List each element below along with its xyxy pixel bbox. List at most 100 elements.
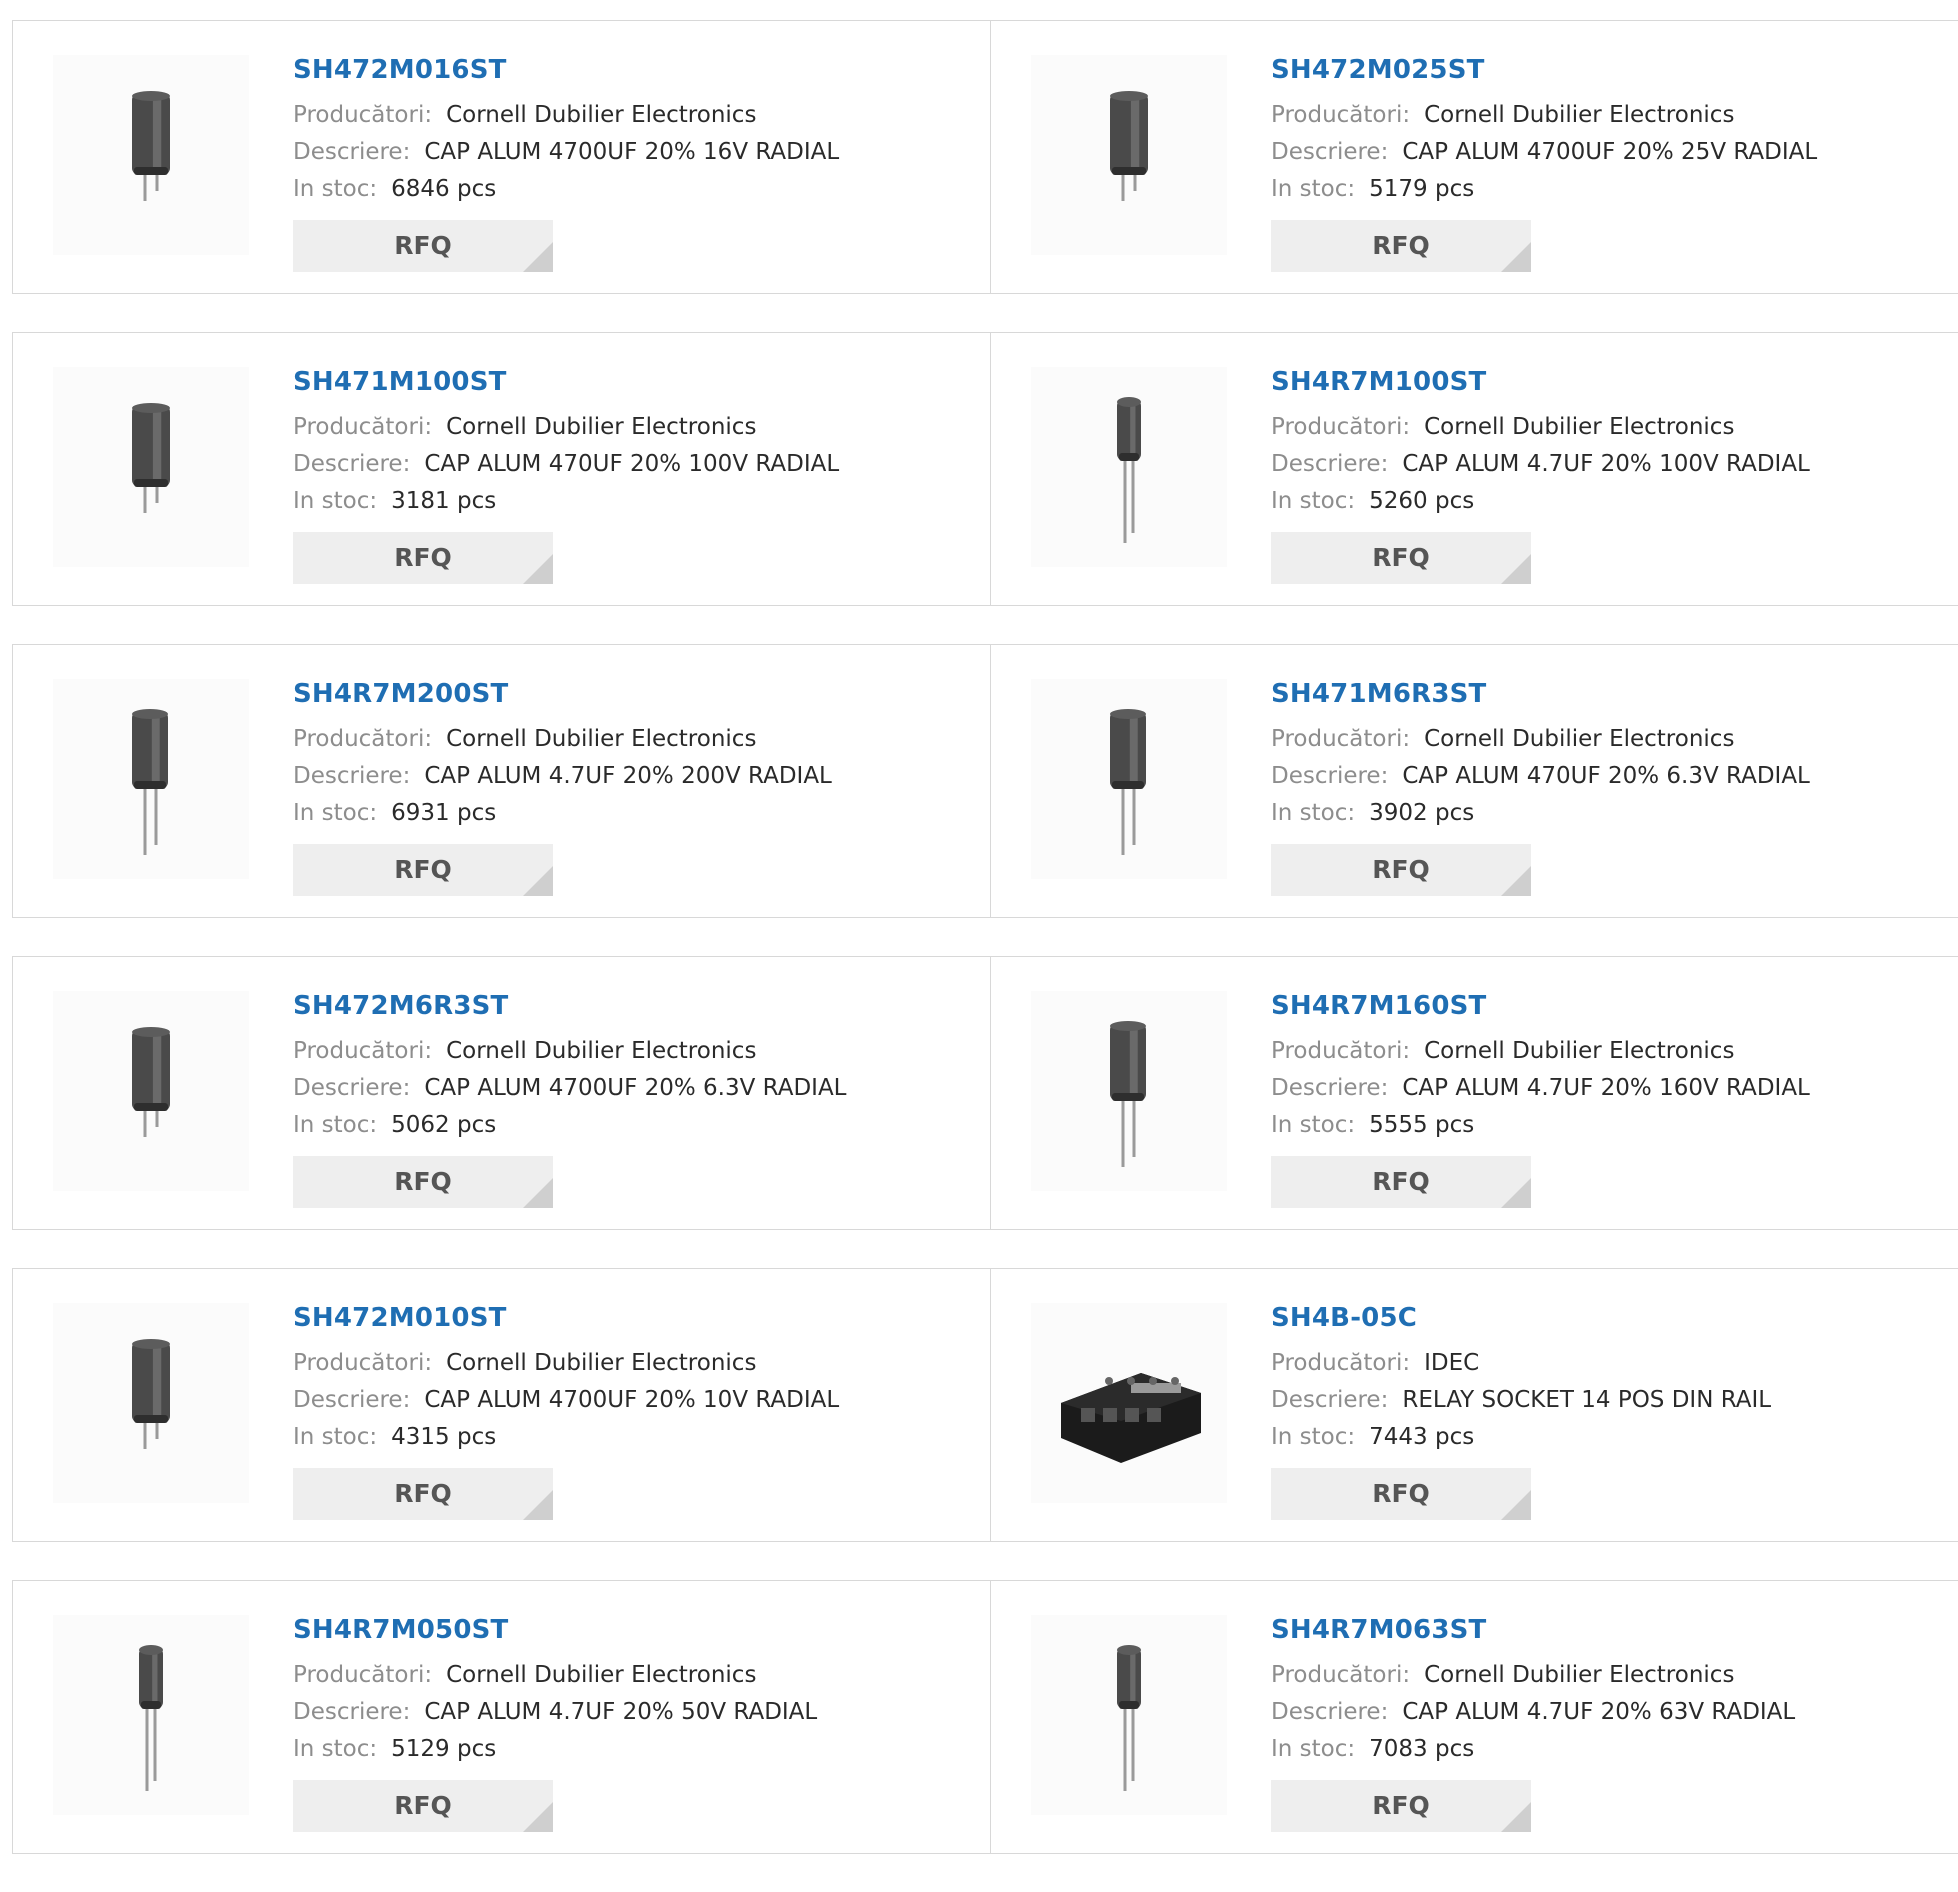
part-number-link[interactable]: SH4R7M160ST [1271, 989, 1911, 1023]
description-value: CAP ALUM 4700UF 20% 16V RADIAL [424, 139, 840, 165]
corner-triangle-icon [523, 1490, 553, 1520]
product-image[interactable] [1031, 55, 1227, 255]
product-row: SH472M010ST Producători: Cornell Dubilier… [12, 1268, 1958, 1542]
stock-value: 3902 pcs [1369, 800, 1475, 826]
description-line: Descriere: CAP ALUM 4.7UF 20% 200V RADIAL [293, 758, 933, 795]
rfq-button[interactable]: RFQ [293, 1468, 553, 1520]
product-image[interactable] [1031, 367, 1227, 567]
manufacturer-label: Producători: [1271, 1662, 1411, 1688]
rfq-button[interactable]: RFQ [1271, 1780, 1531, 1832]
corner-triangle-icon [1501, 242, 1531, 272]
stock-label: In stoc: [293, 800, 378, 826]
rfq-label: RFQ [1372, 1791, 1430, 1820]
part-number-link[interactable]: SH4R7M050ST [293, 1613, 933, 1647]
manufacturer-label: Producători: [1271, 102, 1411, 128]
manufacturer-label: Producători: [293, 726, 433, 752]
part-number-link[interactable]: SH472M010ST [293, 1301, 933, 1335]
product-image[interactable] [53, 679, 249, 879]
description-label: Descriere: [293, 763, 411, 789]
rfq-button[interactable]: RFQ [1271, 844, 1531, 896]
capacitor-icon [1117, 1645, 1141, 1791]
description-value: CAP ALUM 470UF 20% 6.3V RADIAL [1402, 763, 1810, 789]
product-image[interactable] [53, 55, 249, 255]
part-number-link[interactable]: SH472M016ST [293, 53, 933, 87]
description-value: CAP ALUM 4.7UF 20% 50V RADIAL [424, 1699, 818, 1725]
part-number-link[interactable]: SH4R7M200ST [293, 677, 933, 711]
part-number-link[interactable]: SH472M6R3ST [293, 989, 933, 1023]
capacitor-icon [1110, 91, 1148, 201]
product-card: SH4R7M063ST Producători: Cornell Dubilier… [990, 1581, 1958, 1853]
product-info: SH472M6R3ST Producători: Cornell Dubilier… [293, 989, 933, 1208]
product-image[interactable] [53, 1615, 249, 1815]
stock-label: In stoc: [293, 1736, 378, 1762]
corner-triangle-icon [1501, 866, 1531, 896]
manufacturer-line: Producători: Cornell Dubilier Electronics [293, 721, 933, 758]
description-label: Descriere: [1271, 139, 1389, 165]
description-line: Descriere: CAP ALUM 4.7UF 20% 50V RADIAL [293, 1694, 933, 1731]
rfq-button[interactable]: RFQ [1271, 532, 1531, 584]
manufacturer-line: Producători: Cornell Dubilier Electronics [1271, 97, 1911, 134]
product-info: SH4R7M160ST Producători: Cornell Dubilier… [1271, 989, 1911, 1208]
product-card: SH4R7M100ST Producători: Cornell Dubilier… [990, 333, 1958, 605]
manufacturer-line: Producători: Cornell Dubilier Electronics [293, 1033, 933, 1070]
description-label: Descriere: [293, 139, 411, 165]
rfq-label: RFQ [394, 1167, 452, 1196]
part-number-link[interactable]: SH4R7M100ST [1271, 365, 1911, 399]
product-info: SH4R7M100ST Producători: Cornell Dubilier… [1271, 365, 1911, 584]
capacitor-icon [132, 91, 170, 201]
product-image[interactable] [1031, 1615, 1227, 1815]
rfq-button[interactable]: RFQ [293, 532, 553, 584]
product-image[interactable] [53, 991, 249, 1191]
stock-label: In stoc: [1271, 800, 1356, 826]
relay-socket-icon [1061, 1373, 1201, 1463]
rfq-button[interactable]: RFQ [293, 220, 553, 272]
part-number-link[interactable]: SH4B-05C [1271, 1301, 1911, 1335]
part-number-link[interactable]: SH472M025ST [1271, 53, 1911, 87]
description-value: CAP ALUM 4700UF 20% 10V RADIAL [424, 1387, 840, 1413]
stock-value: 5179 pcs [1369, 176, 1475, 202]
description-label: Descriere: [293, 451, 411, 477]
product-card: SH4R7M200ST Producători: Cornell Dubilier… [12, 645, 990, 917]
rfq-button[interactable]: RFQ [1271, 220, 1531, 272]
rfq-button[interactable]: RFQ [1271, 1468, 1531, 1520]
product-image[interactable] [53, 1303, 249, 1503]
capacitor-icon [132, 1339, 170, 1449]
description-line: Descriere: CAP ALUM 4.7UF 20% 63V RADIAL [1271, 1694, 1911, 1731]
product-row: SH472M6R3ST Producători: Cornell Dubilier… [12, 956, 1958, 1230]
manufacturer-value: Cornell Dubilier Electronics [446, 1038, 757, 1064]
manufacturer-line: Producători: IDEC [1271, 1345, 1911, 1382]
description-line: Descriere: CAP ALUM 4700UF 20% 10V RADIAL [293, 1382, 933, 1419]
rfq-label: RFQ [394, 543, 452, 572]
product-image[interactable] [1031, 679, 1227, 879]
description-label: Descriere: [1271, 451, 1389, 477]
part-number-link[interactable]: SH471M6R3ST [1271, 677, 1911, 711]
manufacturer-value: Cornell Dubilier Electronics [1424, 726, 1735, 752]
rfq-label: RFQ [1372, 231, 1430, 260]
rfq-button[interactable]: RFQ [293, 844, 553, 896]
stock-value: 7083 pcs [1369, 1736, 1475, 1762]
stock-label: In stoc: [293, 1424, 378, 1450]
description-label: Descriere: [293, 1075, 411, 1101]
rfq-label: RFQ [1372, 1167, 1430, 1196]
rfq-label: RFQ [1372, 855, 1430, 884]
rfq-button[interactable]: RFQ [293, 1156, 553, 1208]
stock-label: In stoc: [293, 488, 378, 514]
part-number-link[interactable]: SH471M100ST [293, 365, 933, 399]
part-number-link[interactable]: SH4R7M063ST [1271, 1613, 1911, 1647]
manufacturer-line: Producători: Cornell Dubilier Electronics [1271, 721, 1911, 758]
product-image[interactable] [1031, 991, 1227, 1191]
stock-line: In stoc: 3902 pcs [1271, 795, 1911, 832]
stock-label: In stoc: [1271, 1424, 1356, 1450]
product-info: SH471M6R3ST Producători: Cornell Dubilier… [1271, 677, 1911, 896]
stock-value: 5260 pcs [1369, 488, 1475, 514]
product-image[interactable] [53, 367, 249, 567]
stock-value: 5555 pcs [1369, 1112, 1475, 1138]
description-value: CAP ALUM 4.7UF 20% 200V RADIAL [424, 763, 832, 789]
rfq-button[interactable]: RFQ [1271, 1156, 1531, 1208]
stock-label: In stoc: [1271, 1112, 1356, 1138]
description-value: CAP ALUM 4.7UF 20% 160V RADIAL [1402, 1075, 1810, 1101]
rfq-button[interactable]: RFQ [293, 1780, 553, 1832]
product-info: SH4R7M200ST Producători: Cornell Dubilier… [293, 677, 933, 896]
product-image[interactable] [1031, 1303, 1227, 1503]
manufacturer-line: Producători: Cornell Dubilier Electronics [1271, 1657, 1911, 1694]
